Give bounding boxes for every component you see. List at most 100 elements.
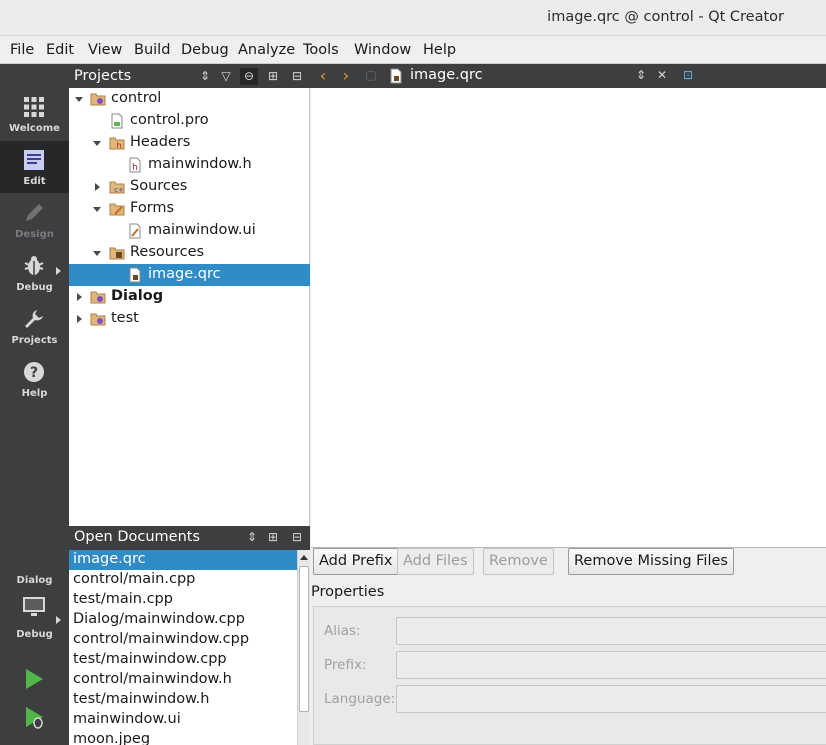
tree-item-control-pro[interactable]: control.pro: [69, 110, 310, 132]
back-icon[interactable]: ‹: [314, 67, 332, 84]
prefix-input[interactable]: [396, 651, 826, 679]
collapse-arrow-icon[interactable]: [77, 293, 82, 301]
tree-item-control[interactable]: control: [69, 88, 310, 110]
menu-edit[interactable]: Edit: [46, 42, 74, 58]
filter-icon[interactable]: ▽: [217, 68, 235, 85]
properties-box: Alias: Prefix: Language:: [313, 606, 826, 745]
list-item[interactable]: control/mainwindow.cpp: [69, 630, 297, 650]
editor-toolbar: ‹ › ▢ image.qrc ⇕ ✕ ⊡: [310, 64, 826, 88]
tree-item-mainwindow-h[interactable]: h mainwindow.h: [69, 154, 310, 176]
kit-selector[interactable]: Dialog Debug: [0, 570, 69, 642]
list-item[interactable]: test/mainwindow.cpp: [69, 650, 297, 670]
grid-icon: [24, 97, 44, 117]
document-icon: [24, 150, 44, 170]
forms-folder-icon: [109, 203, 125, 216]
mode-help[interactable]: ? Help: [0, 353, 69, 405]
tree-item-headers[interactable]: h Headers: [69, 132, 310, 154]
close-document-icon[interactable]: ✕: [653, 67, 671, 84]
qrc-editor-panel: Add Prefix Add Files Remove Remove Missi…: [311, 548, 826, 745]
tree-item-sources[interactable]: c+ Sources: [69, 176, 310, 198]
resources-folder-icon: [109, 247, 125, 260]
bug-icon: [24, 256, 44, 275]
menu-file[interactable]: File: [10, 42, 34, 58]
list-item[interactable]: test/main.cpp: [69, 590, 297, 610]
mode-debug[interactable]: Debug: [0, 247, 69, 299]
mode-debug-label: Debug: [16, 282, 53, 293]
scroll-thumb[interactable]: [299, 566, 309, 712]
expand-arrow-icon[interactable]: [93, 207, 101, 212]
collapse-arrow-icon[interactable]: [95, 183, 100, 191]
resource-tree-view[interactable]: [311, 88, 826, 547]
language-input[interactable]: [396, 685, 826, 713]
mode-sidebar: Welcome Edit Design Debug Projects ? Hel…: [0, 64, 69, 745]
tree-item-image-qrc[interactable]: image.qrc: [69, 264, 310, 286]
split-editor-icon[interactable]: ⊡: [679, 67, 697, 84]
close-panel-icon[interactable]: ⊟: [288, 68, 306, 85]
mode-welcome[interactable]: Welcome: [0, 88, 69, 140]
svg-text:c+: c+: [114, 186, 124, 194]
headers-folder-icon: h: [109, 137, 125, 150]
open-documents-list: image.qrc control/main.cpp test/main.cpp…: [69, 550, 310, 745]
list-item[interactable]: image.qrc: [69, 550, 297, 570]
qrc-file-icon: [129, 267, 141, 283]
tree-item-forms[interactable]: Forms: [69, 198, 310, 220]
close-panel-icon[interactable]: ⊟: [288, 529, 306, 546]
mode-edit-label: Edit: [23, 176, 46, 187]
run-icon[interactable]: [23, 667, 45, 691]
project-folder-icon: [90, 93, 106, 106]
wrench-icon: [25, 310, 43, 328]
remove-missing-files-button[interactable]: Remove Missing Files: [568, 548, 734, 575]
list-item[interactable]: Dialog/mainwindow.cpp: [69, 610, 297, 630]
forward-icon[interactable]: ›: [337, 67, 355, 84]
mode-projects[interactable]: Projects: [0, 300, 69, 352]
documents-scrollbar[interactable]: [297, 550, 310, 745]
menu-view[interactable]: View: [88, 42, 122, 58]
tree-item-dialog[interactable]: Dialog: [69, 286, 310, 308]
add-files-button[interactable]: Add Files: [397, 548, 474, 575]
pencil-icon: [26, 204, 43, 221]
scroll-up-icon[interactable]: [300, 555, 308, 560]
expand-arrow-icon[interactable]: [93, 141, 101, 146]
mode-design[interactable]: Design: [0, 194, 69, 246]
list-item[interactable]: control/main.cpp: [69, 570, 297, 590]
split-icon[interactable]: ⊞: [264, 529, 282, 546]
project-folder-icon: [90, 313, 106, 326]
link-icon[interactable]: ⊖: [240, 68, 258, 85]
qrc-file-icon: [390, 68, 402, 84]
debug-arrow-icon: [56, 267, 61, 275]
list-item[interactable]: test/mainwindow.h: [69, 690, 297, 710]
menu-help[interactable]: Help: [423, 42, 456, 58]
window-titlebar: image.qrc @ control - Qt Creator: [0, 0, 826, 36]
monitor-icon: [23, 597, 45, 616]
header-file-icon: h: [129, 157, 141, 173]
updown-icon[interactable]: ⇕: [243, 529, 261, 546]
remove-button[interactable]: Remove: [483, 548, 554, 575]
tree-item-resources[interactable]: Resources: [69, 242, 310, 264]
alias-input[interactable]: [396, 617, 826, 645]
projects-panel-header: Projects ⇕ ▽ ⊖ ⊞ ⊟: [69, 64, 310, 89]
kit-arrow-icon: [56, 616, 61, 624]
menu-tools[interactable]: Tools: [303, 42, 339, 58]
expand-arrow-icon[interactable]: [75, 97, 83, 102]
mode-edit[interactable]: Edit: [0, 141, 69, 193]
expand-arrow-icon[interactable]: [93, 251, 101, 256]
editor-filename[interactable]: image.qrc: [410, 67, 483, 83]
tree-item-mainwindow-ui[interactable]: mainwindow.ui: [69, 220, 310, 242]
updown-icon[interactable]: ⇕: [196, 68, 214, 85]
menu-build[interactable]: Build: [134, 42, 170, 58]
menu-window[interactable]: Window: [354, 42, 411, 58]
open-documents-header: Open Documents ⇕ ⊞ ⊟: [69, 526, 310, 550]
menu-debug[interactable]: Debug: [181, 42, 229, 58]
svg-text:h: h: [116, 141, 121, 150]
collapse-arrow-icon[interactable]: [77, 315, 82, 323]
tree-item-test[interactable]: test: [69, 308, 310, 330]
list-item[interactable]: control/mainwindow.h: [69, 670, 297, 690]
document-switch-icon[interactable]: ⇕: [632, 67, 650, 84]
split-icon[interactable]: ⊞: [264, 68, 282, 85]
list-item[interactable]: mainwindow.ui: [69, 710, 297, 730]
projects-panel-title: Projects: [74, 68, 132, 84]
add-prefix-button[interactable]: Add Prefix: [313, 548, 399, 575]
menu-analyze[interactable]: Analyze: [238, 42, 295, 58]
list-item[interactable]: moon.jpeg: [69, 730, 297, 745]
debug-run-icon[interactable]: [23, 705, 45, 731]
